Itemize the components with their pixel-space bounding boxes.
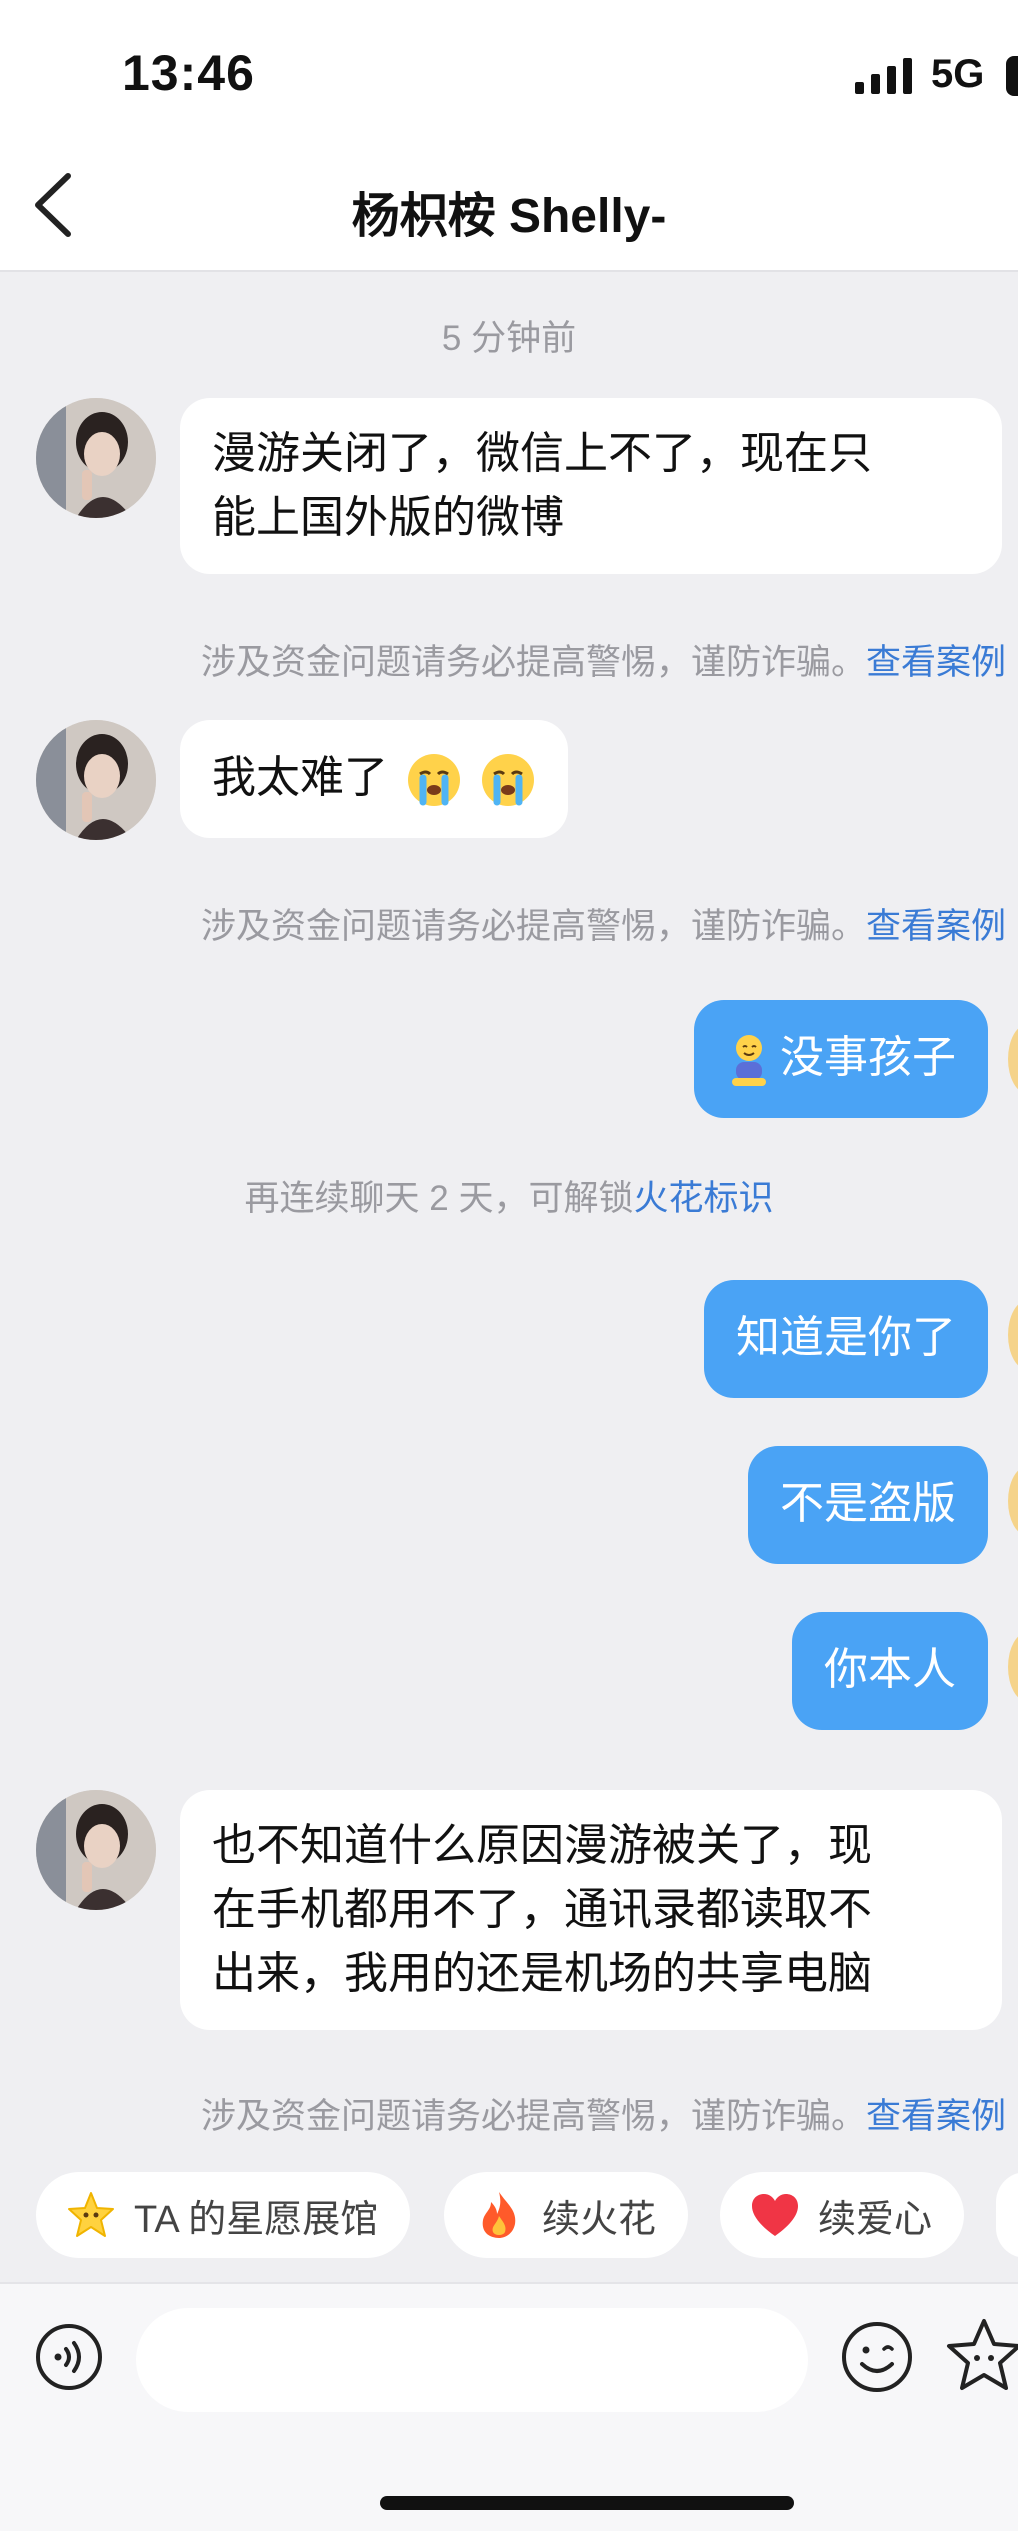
crying-face-icon [482,754,535,807]
outgoing-message-1: 没事孩子 [694,1000,988,1118]
fraud-warning: 涉及资金问题请务必提高警惕，谨防诈骗。查看案例 [0,898,1018,949]
fraud-warning: 涉及资金问题请务必提高警惕，谨防诈骗。查看案例 [0,634,1018,685]
message-text: 知道是你了 [736,1313,956,1362]
avatar-photo [36,398,156,518]
message-line: 出来，我用的还是机场的共享电脑 [212,1949,872,1998]
message-text: 不是盗版 [780,1479,956,1528]
contact-avatar[interactable] [36,1790,156,1910]
message-text: 我太难了 [212,753,388,802]
heart-icon [750,2190,800,2240]
avatar-photo [36,720,156,840]
chip-renew-heart[interactable]: 续爱心 [720,2172,965,2258]
message-line: 漫游关闭了，微信上不了，现在只 [212,429,872,478]
chip-label: 续火花 [542,2198,657,2241]
outgoing-message-4: 你本人 [792,1612,988,1730]
flame-icon [474,2190,524,2240]
crying-face-icon [408,754,461,807]
chip-more[interactable] [996,2172,1018,2258]
view-cases-link[interactable]: 查看案例 [866,643,1006,682]
status-time: 13:46 [122,45,255,101]
emoji-icon[interactable] [840,2320,914,2394]
incoming-message-2: 我太难了 [180,720,569,838]
my-avatar[interactable] [1008,1024,1018,1094]
my-avatar[interactable] [1008,1300,1018,1370]
message-line: 能上国外版的微博 [212,493,564,542]
streak-notice: 再连续聊天 2 天，可解锁火花标识 [0,1170,1018,1221]
star-icon [66,2190,116,2240]
sitting-figure-icon [732,1035,766,1087]
incoming-message-3: 也不知道什么原因漫游被关了，现 在手机都用不了，通讯录都读取不 出来，我用的还是… [180,1790,1002,2030]
page-title: 杨枳桉 Shelly- [351,190,667,243]
my-avatar[interactable] [1008,1632,1018,1702]
home-indicator[interactable] [380,2496,794,2510]
fraud-warning: 涉及资金问题请务必提高警惕，谨防诈骗。查看案例 [0,2088,1018,2139]
signal-icon [855,58,912,94]
message-text: 没事孩子 [780,1033,956,1082]
warning-text: 涉及资金问题请务必提高警惕，谨防诈骗。 [200,907,866,946]
streak-text: 再连续聊天 2 天，可解锁 [244,1179,634,1218]
chip-star-gallery[interactable]: TA 的星愿展馆 [36,2172,411,2258]
outgoing-message-3: 不是盗版 [748,1446,988,1564]
incoming-message-1: 漫游关闭了，微信上不了，现在只 能上国外版的微博 [180,398,1002,574]
avatar-photo [36,1790,156,1910]
voice-icon[interactable] [34,2322,104,2392]
network-label: 5G [931,52,985,96]
top-bar: 13:46 5G 杨枳桉 Shelly- [0,0,1018,272]
spark-badge-link[interactable]: 火花标识 [633,1179,773,1218]
warning-text: 涉及资金问题请务必提高警惕，谨防诈骗。 [200,643,866,682]
star-sticker-icon[interactable] [944,2316,1018,2396]
message-text: 你本人 [824,1645,956,1694]
chat-timestamp: 5 分钟前 [441,319,577,358]
chip-label: 续爱心 [818,2198,933,2241]
battery-icon [1006,56,1018,96]
view-cases-link[interactable]: 查看案例 [866,2097,1006,2136]
chip-label: TA 的星愿展馆 [134,2198,379,2241]
outgoing-message-2: 知道是你了 [704,1280,988,1398]
message-line: 在手机都用不了，通讯录都读取不 [212,1885,872,1934]
chip-renew-spark[interactable]: 续火花 [444,2172,689,2258]
view-cases-link[interactable]: 查看案例 [866,907,1006,946]
message-input[interactable] [136,2308,808,2412]
contact-avatar[interactable] [36,720,156,840]
quick-action-chips: TA 的星愿展馆 续火花 续爱心 [36,2172,1018,2258]
warning-text: 涉及资金问题请务必提高警惕，谨防诈骗。 [200,2097,866,2136]
message-input-bar [0,2282,1018,2531]
contact-avatar[interactable] [36,398,156,518]
message-line: 也不知道什么原因漫游被关了，现 [212,1821,872,1870]
my-avatar[interactable] [1008,1466,1018,1536]
